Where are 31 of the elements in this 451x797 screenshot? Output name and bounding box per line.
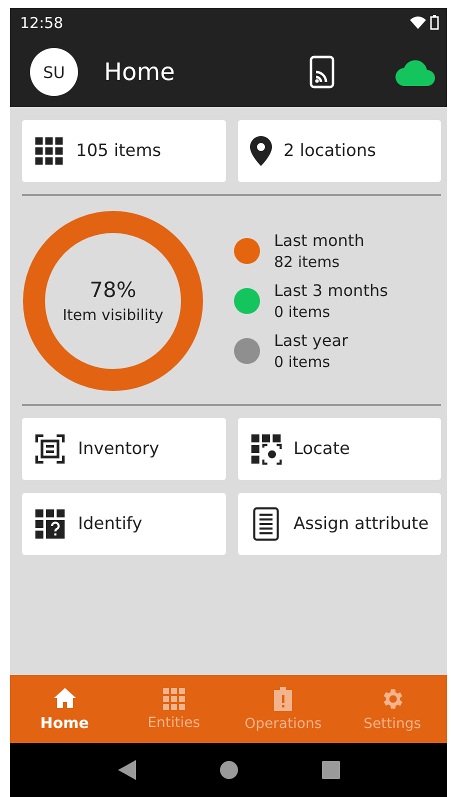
- back-icon[interactable]: [118, 760, 136, 780]
- user-avatar[interactable]: SU: [30, 48, 78, 96]
- legend-title: Last year: [274, 331, 348, 350]
- grid-target-icon: [250, 433, 282, 465]
- page-title: Home: [104, 58, 176, 86]
- recents-icon[interactable]: [322, 761, 340, 779]
- legend-count: 0 items: [274, 303, 332, 321]
- phone-cast-icon[interactable]: [309, 55, 335, 89]
- legend-count: 82 items: [274, 253, 341, 271]
- visibility-label: Item visibility: [62, 306, 164, 324]
- grid-icon: [34, 136, 64, 166]
- legend-count: 0 items: [274, 353, 332, 371]
- home-circle-icon[interactable]: [220, 761, 238, 779]
- visibility-percent: 78%: [90, 278, 136, 302]
- summary-card[interactable]: 2 locations: [238, 120, 441, 182]
- scan-list-icon: [34, 433, 66, 465]
- wifi-icon: [410, 16, 426, 29]
- action-card[interactable]: Locate: [238, 418, 441, 480]
- battery-icon: [430, 15, 439, 30]
- legend-title: Last month: [274, 231, 364, 250]
- cloud-icon[interactable]: [395, 58, 437, 86]
- action-card[interactable]: Inventory: [22, 418, 226, 480]
- grid-question-icon: [34, 508, 66, 540]
- legend-title: Last 3 months: [274, 281, 388, 300]
- action-card[interactable]: Identify: [22, 493, 226, 555]
- location-pin-icon: [250, 136, 272, 166]
- summary-card[interactable]: 105 items: [22, 120, 226, 182]
- home-icon: [52, 686, 77, 710]
- status-time: 12:58: [20, 14, 64, 32]
- action-card[interactable]: Assign attribute: [238, 493, 441, 555]
- grid-icon: [162, 687, 186, 711]
